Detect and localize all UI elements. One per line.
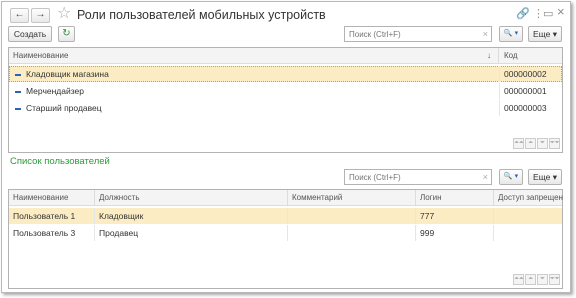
users-table: Наименование Должность Комментарий Логин… — [8, 189, 563, 289]
refresh-icon: ↻ — [62, 28, 71, 39]
users-more-button[interactable]: Еще ▾ — [528, 169, 562, 185]
column-header-name[interactable]: Наименование — [9, 48, 499, 64]
users-table-header: Наименование Должность Комментарий Логин… — [9, 190, 564, 206]
user-name-cell: Пользователь 1 — [9, 208, 95, 224]
form-window: ← → ☆ Роли пользователей мобильных устро… — [1, 1, 571, 293]
roles-search-field[interactable]: × — [344, 26, 492, 42]
table-row[interactable]: Пользователь 1 Кладовщик 777 — [9, 208, 562, 224]
column-header-name[interactable]: Наименование — [9, 190, 95, 206]
item-icon — [15, 107, 21, 110]
roles-table: Наименование ↓ Код Кладовщик магазина 00… — [8, 47, 563, 153]
column-header-code[interactable]: Код — [500, 48, 564, 64]
table-row[interactable]: Мерчендайзер 000000001 — [9, 83, 562, 99]
arrow-right-icon: → — [35, 9, 46, 20]
table-row[interactable]: Кладовщик магазина 000000002 — [9, 66, 562, 82]
column-header-comment[interactable]: Комментарий — [288, 190, 416, 206]
table-row[interactable]: Пользователь 3 Продавец 999 — [9, 225, 562, 241]
user-name-cell: Пользователь 3 — [9, 225, 95, 241]
user-login-cell: 777 — [416, 208, 494, 224]
user-position-cell: Кладовщик — [95, 208, 288, 224]
column-header-login[interactable]: Логин — [416, 190, 494, 206]
role-code-cell: 000000001 — [504, 86, 547, 96]
scroll-up-button[interactable]: ⏶ — [525, 274, 536, 285]
maximize-icon[interactable]: ▭ — [543, 8, 553, 20]
user-position-cell: Продавец — [95, 225, 288, 241]
user-access-denied-cell — [494, 208, 564, 224]
forward-button[interactable]: → — [31, 8, 50, 23]
role-name-cell: Старший продавец — [9, 100, 500, 116]
roles-scroll-controls: ⏶⏶ ⏶ ⏷ ⏷⏷ — [512, 137, 560, 149]
back-button[interactable]: ← — [10, 8, 29, 23]
users-search-field[interactable]: × — [344, 169, 492, 185]
role-code-cell: 000000003 — [504, 103, 547, 113]
item-icon — [15, 73, 21, 76]
role-name-cell: Мерчендайзер — [9, 83, 500, 99]
arrow-left-icon: ← — [14, 9, 25, 20]
role-name-cell: Кладовщик магазина — [9, 66, 500, 82]
refresh-button[interactable]: ↻ — [58, 26, 75, 42]
create-button[interactable]: Создать — [8, 26, 52, 42]
user-comment-cell — [288, 225, 416, 241]
clear-search-icon[interactable]: × — [483, 29, 488, 39]
table-row[interactable]: Старший продавец 000000003 — [9, 100, 562, 116]
users-scroll-controls: ⏶⏶ ⏶ ⏷ ⏷⏷ — [512, 273, 560, 285]
scroll-last-button[interactable]: ⏷⏷ — [549, 274, 560, 285]
roles-search-button[interactable]: 🔍 ▾ — [499, 26, 523, 42]
user-comment-cell — [288, 208, 416, 224]
users-search-input[interactable] — [345, 170, 491, 184]
close-icon[interactable]: × — [557, 5, 565, 18]
scroll-last-button[interactable]: ⏷⏷ — [549, 138, 560, 149]
favorite-star-icon[interactable]: ☆ — [57, 6, 71, 22]
roles-search-input[interactable] — [345, 27, 491, 41]
scroll-down-button[interactable]: ⏷ — [537, 274, 548, 285]
clear-search-icon[interactable]: × — [483, 172, 488, 182]
column-header-access-denied[interactable]: Доступ запрещен — [494, 190, 564, 206]
column-header-position[interactable]: Должность — [95, 190, 288, 206]
users-section-title: Список пользователей — [10, 156, 110, 167]
roles-table-header: Наименование ↓ Код — [9, 48, 562, 64]
user-access-denied-cell — [494, 225, 564, 241]
item-icon — [15, 90, 21, 93]
roles-more-button[interactable]: Еще ▾ — [528, 26, 562, 42]
user-login-cell: 999 — [416, 225, 494, 241]
users-search-button[interactable]: 🔍 ▾ — [499, 169, 523, 185]
scroll-first-button[interactable]: ⏶⏶ — [513, 274, 524, 285]
scroll-up-button[interactable]: ⏶ — [525, 138, 536, 149]
sort-desc-icon[interactable]: ↓ — [485, 48, 499, 64]
scroll-down-button[interactable]: ⏷ — [537, 138, 548, 149]
role-code-cell: 000000002 — [504, 69, 547, 79]
scroll-first-button[interactable]: ⏶⏶ — [513, 138, 524, 149]
page-title: Роли пользователей мобильных устройств — [77, 8, 326, 22]
link-icon[interactable]: 🔗 — [516, 8, 530, 20]
